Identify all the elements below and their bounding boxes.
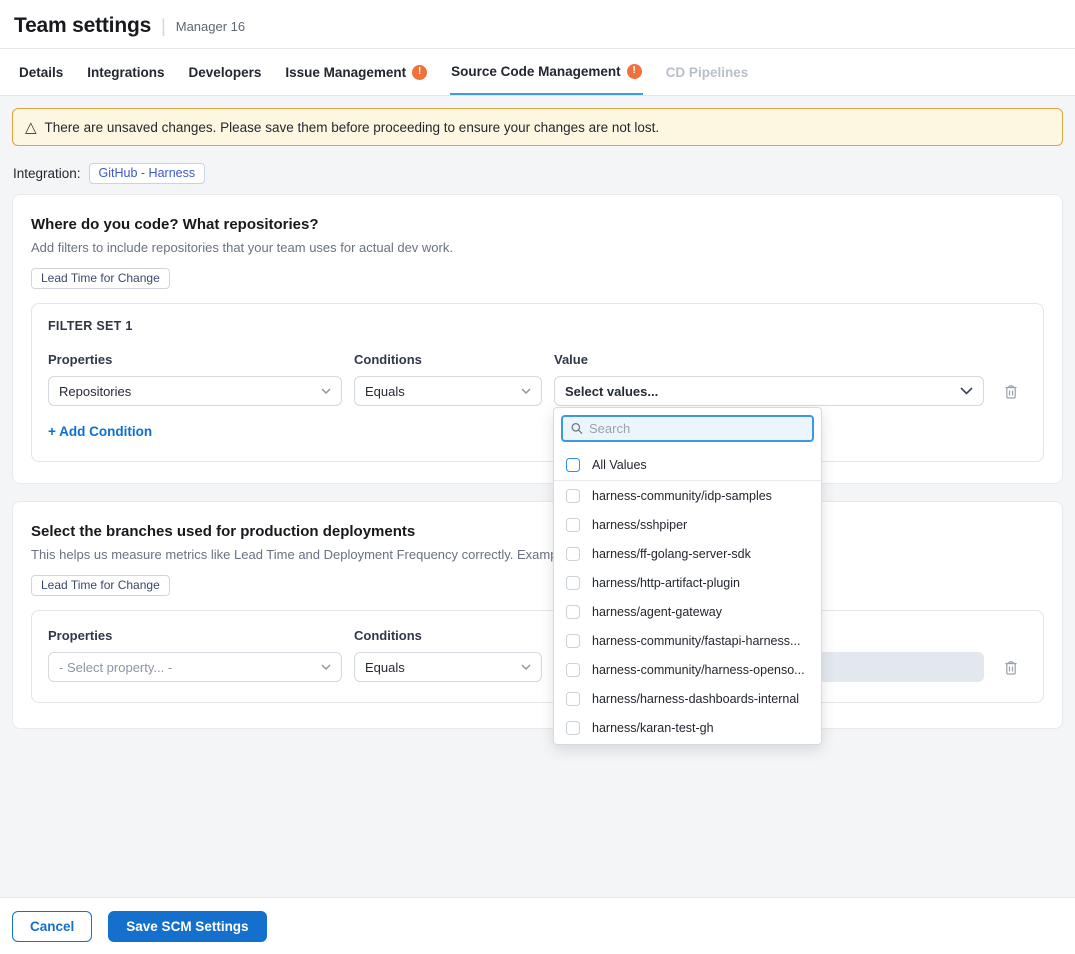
title-divider: | bbox=[161, 16, 166, 37]
value-multiselect[interactable]: Select values... bbox=[554, 376, 984, 406]
chevron-down-icon bbox=[521, 664, 531, 670]
list-item[interactable]: harness/sshpiper bbox=[554, 510, 821, 539]
repositories-card: Where do you code? What repositories? Ad… bbox=[12, 194, 1063, 484]
list-item[interactable]: harness/ff-golang-server-sdk bbox=[554, 539, 821, 568]
checkbox[interactable] bbox=[566, 721, 580, 735]
tab-cd-pipelines: CD Pipelines bbox=[665, 49, 750, 95]
page-header: Team settings | Manager 16 bbox=[0, 0, 1075, 49]
list-item[interactable]: harness/agent-gateway bbox=[554, 597, 821, 626]
cancel-button[interactable]: Cancel bbox=[12, 911, 92, 942]
checkbox[interactable] bbox=[566, 663, 580, 677]
tab-details[interactable]: Details bbox=[18, 49, 64, 95]
delete-filter-button[interactable] bbox=[1003, 383, 1019, 400]
save-scm-settings-button[interactable]: Save SCM Settings bbox=[108, 911, 266, 942]
tab-issue-management[interactable]: Issue Management ! bbox=[284, 49, 428, 95]
alert-badge-icon: ! bbox=[412, 65, 427, 80]
list-item[interactable]: harness/… bbox=[554, 742, 821, 745]
branches-card-subtitle: This helps us measure metrics like Lead … bbox=[31, 547, 1044, 562]
conditions-column-header: Conditions bbox=[354, 352, 542, 367]
integration-label: Integration: bbox=[13, 166, 81, 181]
branches-card: Select the branches used for production … bbox=[12, 501, 1063, 729]
tab-source-code-management[interactable]: Source Code Management ! bbox=[450, 49, 643, 95]
integration-row: Integration: GitHub - Harness bbox=[13, 163, 1063, 184]
branch-condition-select[interactable]: Equals bbox=[354, 652, 542, 682]
footer-action-bar: Cancel Save SCM Settings bbox=[0, 897, 1075, 954]
add-condition-button[interactable]: + Add Condition bbox=[48, 424, 152, 439]
properties-column-header: Properties bbox=[48, 352, 342, 367]
dropdown-search bbox=[561, 415, 814, 442]
checkbox[interactable] bbox=[566, 458, 580, 472]
list-item[interactable]: harness-community/fastapi-harness... bbox=[554, 626, 821, 655]
filter-set-panel: FILTER SET 1 Properties Conditions Value… bbox=[31, 303, 1044, 462]
content-area: △️⁠ There are unsaved changes. Please sa… bbox=[0, 96, 1075, 897]
warning-triangle-icon: △️⁠ bbox=[25, 120, 37, 135]
checkbox[interactable] bbox=[566, 576, 580, 590]
condition-select[interactable]: Equals bbox=[354, 376, 542, 406]
page-title: Team settings bbox=[14, 14, 151, 38]
checkbox[interactable] bbox=[566, 634, 580, 648]
list-item[interactable]: harness/http-artifact-plugin bbox=[554, 568, 821, 597]
list-item[interactable]: harness-community/idp-samples bbox=[554, 481, 821, 510]
list-item[interactable]: harness-community/harness-openso... bbox=[554, 655, 821, 684]
property-select[interactable]: Repositories bbox=[48, 376, 342, 406]
chevron-down-icon bbox=[321, 664, 331, 670]
unsaved-changes-banner: △️⁠ There are unsaved changes. Please sa… bbox=[12, 108, 1063, 146]
branches-card-title: Select the branches used for production … bbox=[31, 523, 1044, 540]
search-icon bbox=[571, 422, 583, 435]
conditions-column-header: Conditions bbox=[354, 628, 542, 643]
branch-property-select[interactable]: - Select property... - bbox=[48, 652, 342, 682]
team-name-label: Manager 16 bbox=[176, 19, 245, 34]
chevron-down-icon bbox=[321, 388, 331, 394]
tab-bar: Details Integrations Developers Issue Ma… bbox=[0, 49, 1075, 96]
warning-text: There are unsaved changes. Please save t… bbox=[45, 120, 660, 135]
lead-time-chip: Lead Time for Change bbox=[31, 268, 170, 289]
list-item[interactable]: harness/harness-dashboards-internal bbox=[554, 684, 821, 713]
repositories-card-subtitle: Add filters to include repositories that… bbox=[31, 240, 1044, 255]
tab-integrations[interactable]: Integrations bbox=[86, 49, 165, 95]
list-item[interactable]: harness/karan-test-gh bbox=[554, 713, 821, 742]
all-values-option[interactable]: All Values bbox=[554, 449, 821, 481]
branch-filter-panel: Properties Conditions - Select property.… bbox=[31, 610, 1044, 703]
chevron-down-icon bbox=[521, 388, 531, 394]
alert-badge-icon: ! bbox=[627, 64, 642, 79]
filter-set-title: FILTER SET 1 bbox=[48, 319, 1027, 333]
checkbox[interactable] bbox=[566, 489, 580, 503]
value-column-header: Value bbox=[554, 352, 984, 367]
search-input[interactable] bbox=[589, 421, 804, 436]
trash-icon bbox=[1003, 383, 1019, 400]
checkbox[interactable] bbox=[566, 605, 580, 619]
trash-icon bbox=[1003, 659, 1019, 676]
checkbox[interactable] bbox=[566, 518, 580, 532]
integration-chip: GitHub - Harness bbox=[89, 163, 206, 184]
checkbox[interactable] bbox=[566, 692, 580, 706]
chevron-down-icon bbox=[960, 387, 973, 395]
lead-time-chip: Lead Time for Change bbox=[31, 575, 170, 596]
values-dropdown: All Values harness-community/idp-samples… bbox=[553, 407, 822, 745]
repositories-card-title: Where do you code? What repositories? bbox=[31, 216, 1044, 233]
tab-developers[interactable]: Developers bbox=[188, 49, 263, 95]
properties-column-header: Properties bbox=[48, 628, 342, 643]
checkbox[interactable] bbox=[566, 547, 580, 561]
delete-filter-button[interactable] bbox=[1003, 659, 1019, 676]
